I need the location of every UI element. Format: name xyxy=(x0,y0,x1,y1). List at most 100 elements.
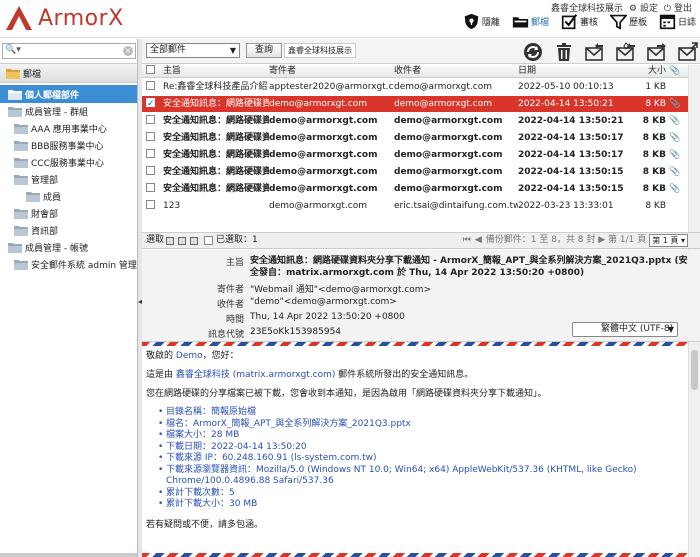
tree-item[interactable]: BBB服務事業中心 xyxy=(0,137,137,154)
message-code: 23E5oKk153985954 xyxy=(250,327,342,337)
nav-filter[interactable]: 歷板 xyxy=(609,13,647,30)
folder-section-header[interactable]: 郵檔 xyxy=(0,63,137,83)
refresh-icon[interactable] xyxy=(523,42,543,62)
row-checkbox[interactable] xyxy=(146,198,158,214)
move-mail-icon[interactable] xyxy=(678,41,698,62)
folder-tree: 個人郵檔部件 成員管理 - 群組 AAA 應用事業中心 BBB服務事業中心 CCC服務事… xyxy=(0,85,137,273)
detail-item: 檔名：ArmorX_簡報_APT_與全系列解決方案_2021Q3.pptx xyxy=(158,419,686,431)
mail-from: demo@armorxgt.com xyxy=(269,150,378,160)
header-to[interactable]: 收件者 xyxy=(394,65,518,77)
mail-row[interactable]: 安全通知訊息：網路硬碟資料夾分享demo@armorxgt.comdemo@ar… xyxy=(142,96,700,113)
sender-link[interactable]: 鑫睿全球科技 (matrix.armorxgt.com) xyxy=(176,370,336,380)
message-scrollbar[interactable] xyxy=(688,342,700,557)
mail-row[interactable]: 安全通知訊息：網路硬碟資料夾分享demo@armorxgt.comdemo@ar… xyxy=(142,130,700,147)
mail-row[interactable]: 安全通知訊息：網路硬碟資料夾分享demo@armorxgt.comdemo@ar… xyxy=(142,113,700,130)
nav-mail-archive[interactable]: 郵檔 xyxy=(512,13,549,30)
mail-row[interactable]: 安全通知訊息：網路硬碟資料夾分享demo@armorxgt.comdemo@ar… xyxy=(142,147,700,164)
mail-subject: 安全通知訊息：網路硬碟資料夾分享 xyxy=(163,167,269,177)
row-checkbox[interactable] xyxy=(146,130,158,146)
header-attachment[interactable]: 📎 xyxy=(669,65,683,77)
mail-from: apptester2020@armorxgt.com xyxy=(269,82,394,92)
mail-row[interactable]: Re:鑫睿全球科技產品介紹 apptester2020@armorxgt.com d… xyxy=(142,79,700,96)
greeting-prefix: 敬啟的 xyxy=(146,351,174,361)
pager-info: 備份郵件：1 至 8，共 8 封 ▶ 第 1/1 頁 xyxy=(485,235,647,245)
tree-item[interactable]: 個人郵檔部件 xyxy=(0,85,137,103)
tree-item[interactable]: 成員 xyxy=(0,188,137,205)
folder-icon xyxy=(14,259,28,270)
header-date[interactable]: 日期 xyxy=(518,65,626,77)
tree-item[interactable]: 安全郵件系統 admin 管理 xyxy=(0,256,137,273)
select-invert-icon[interactable] xyxy=(190,236,199,245)
forward-icon[interactable] xyxy=(647,42,667,62)
header-from[interactable]: 寄件者 xyxy=(269,65,394,77)
checkbox-icon xyxy=(146,183,155,192)
select-all-checkbox[interactable] xyxy=(146,65,158,77)
checkbox-icon xyxy=(146,149,155,158)
tree-item-label: 資訊部 xyxy=(31,227,59,237)
row-checkbox[interactable] xyxy=(146,164,158,180)
to-label: 收件者 xyxy=(216,300,244,310)
mail-subject: 安全通知訊息：網路硬碟資料夾分享 xyxy=(163,184,269,194)
checkbox-icon xyxy=(146,200,155,209)
nav-quarantine[interactable]: 隱離 xyxy=(463,13,500,30)
mail-size: 8 KB xyxy=(642,150,666,160)
sidebar-search-input[interactable]: 🔍▾ × xyxy=(2,43,136,59)
prev-page-icon[interactable]: ◀ xyxy=(475,233,482,248)
trash-icon[interactable] xyxy=(554,42,574,62)
page-select[interactable]: 第 1 頁 ▾ xyxy=(649,234,688,247)
detail-item: 累計下載次數：5 xyxy=(158,488,686,500)
row-checkbox[interactable] xyxy=(146,181,158,197)
query-button[interactable]: 查詢 xyxy=(246,43,282,58)
checkbox-icon xyxy=(146,96,155,112)
select-label: 選取 xyxy=(146,235,165,245)
checklist-icon xyxy=(561,14,578,30)
folder-icon xyxy=(14,174,28,185)
encoding-value: 繁體中文 (UTF-8) xyxy=(601,324,674,334)
encoding-select[interactable]: 繁體中文 (UTF-8) ▼ xyxy=(572,322,678,337)
row-checkbox[interactable] xyxy=(146,79,158,95)
brand-name: ArmorX xyxy=(38,5,124,31)
row-checkbox[interactable] xyxy=(146,96,158,112)
mail-subject: 安全通知訊息：網路硬碟資料夾分享 xyxy=(163,99,269,109)
mail-toolbar: 全部郵件 ▼ 查詢 鑫睿全球科技展示 xyxy=(142,39,700,64)
mail-row[interactable]: 123 demo@armorxgt.com eric.tsai@dintaifung… xyxy=(142,198,700,215)
row-checkbox[interactable] xyxy=(146,147,158,163)
mail-attachment: 📎 xyxy=(669,147,683,163)
reply-icon[interactable] xyxy=(585,42,605,62)
tree-item[interactable]: 成員管理 - 群組 xyxy=(0,103,137,120)
nav-review[interactable]: 審核 xyxy=(561,13,598,30)
paperclip-icon: 📎 xyxy=(669,133,681,143)
nav-log[interactable]: 日誌 xyxy=(659,13,696,30)
reply-all-icon[interactable] xyxy=(616,41,636,62)
tree-item[interactable]: 財會部 xyxy=(0,205,137,222)
mail-from: demo@armorxgt.com xyxy=(269,167,378,177)
nav-filter-label: 歷板 xyxy=(628,18,647,28)
first-page-icon[interactable]: ⏮ xyxy=(463,233,471,248)
scroll-thumb[interactable] xyxy=(691,350,698,390)
brand-logo[interactable]: ArmorX xyxy=(4,4,124,32)
paperclip-icon: 📎 xyxy=(669,184,681,194)
mail-subject: 安全通知訊息：網路硬碟資料夾分享 xyxy=(163,133,269,143)
mail-row[interactable]: 安全通知訊息：網路硬碟資料夾分享demo@armorxgt.comdemo@ar… xyxy=(142,181,700,198)
tree-item[interactable]: CCC服務事業中心 xyxy=(0,154,137,171)
select-none-icon[interactable] xyxy=(178,236,187,245)
header-size[interactable]: 大小 xyxy=(626,65,666,77)
mail-size: 8 KB xyxy=(642,184,666,194)
tree-item[interactable]: 管理部 xyxy=(0,171,137,188)
tree-item[interactable]: 資訊部 xyxy=(0,222,137,239)
mail-filter-select[interactable]: 全部郵件 ▼ xyxy=(146,43,240,58)
mail-row[interactable]: 安全通知訊息：網路硬碟資料夾分享demo@armorxgt.comdemo@ar… xyxy=(142,164,700,181)
selection-checkbox[interactable] xyxy=(204,236,214,245)
mail-list: Re:鑫睿全球科技產品介紹 apptester2020@armorxgt.com d… xyxy=(142,79,700,215)
tree-item[interactable]: AAA 應用事業中心 xyxy=(0,120,137,137)
mail-attachment: 📎 xyxy=(669,181,683,197)
header-subject[interactable]: 主旨 xyxy=(163,65,269,77)
tree-item-label: 成員 xyxy=(43,193,62,203)
mail-to: demo@armorxgt.com xyxy=(394,99,492,109)
select-all-icon[interactable] xyxy=(166,236,175,245)
tree-item[interactable]: 成員管理 - 帳號 xyxy=(0,239,137,256)
clear-search-icon[interactable]: × xyxy=(123,46,133,56)
row-checkbox[interactable] xyxy=(146,113,158,129)
page-select-value: 第 1 頁 xyxy=(652,236,679,245)
list-status-bar: 選取 已選取：1 ⏮ ◀ 備份郵件：1 至 8，共 8 封 ▶ 第 1/1 頁 … xyxy=(142,232,700,249)
